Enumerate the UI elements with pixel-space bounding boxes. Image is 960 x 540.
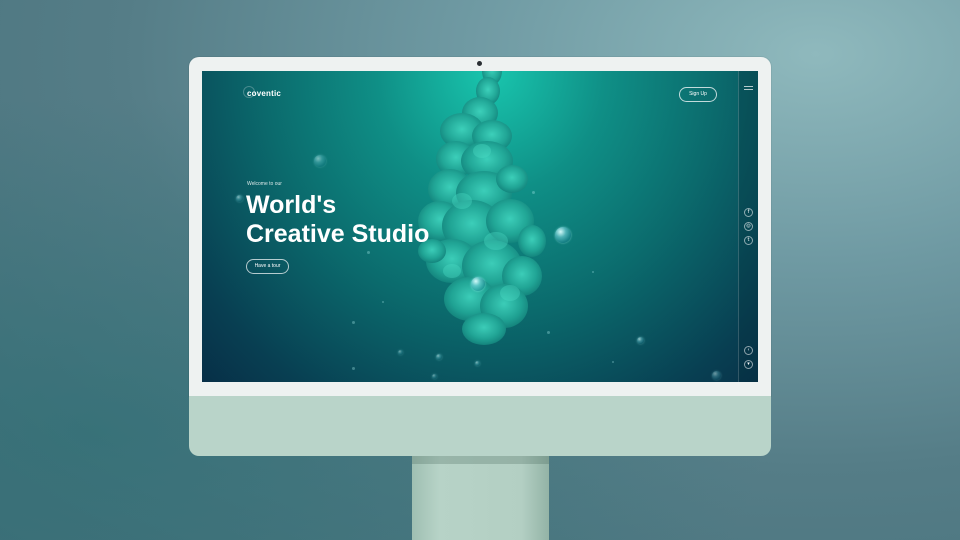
- sign-up-button[interactable]: Sign Up: [679, 87, 717, 102]
- bubble: [314, 155, 326, 167]
- hero-headline: World's Creative Studio: [246, 191, 546, 249]
- particle: [352, 321, 355, 324]
- menu-line: [744, 89, 753, 90]
- monitor-stand: [412, 456, 549, 540]
- particle: [547, 331, 550, 334]
- headline-line-1: World's: [246, 191, 337, 219]
- bubble: [236, 195, 243, 202]
- bubble: [475, 361, 480, 366]
- arrow-left-icon[interactable]: ‹: [744, 346, 753, 355]
- particle: [592, 271, 594, 273]
- particle: [612, 361, 614, 363]
- site-logo[interactable]: coventic: [247, 89, 281, 98]
- menu-line: [744, 86, 753, 87]
- bubble: [432, 374, 437, 379]
- particle: [382, 301, 384, 303]
- imac-monitor: coventic Sign Up Welcome to our World's …: [189, 57, 771, 456]
- menu-icon[interactable]: [739, 83, 758, 93]
- camera-icon: [477, 61, 482, 66]
- arrow-down-icon[interactable]: ▾: [744, 360, 753, 369]
- particle: [352, 367, 355, 370]
- website-screen: coventic Sign Up Welcome to our World's …: [202, 71, 758, 382]
- instagram-icon[interactable]: ◎: [744, 222, 753, 231]
- particle: [367, 251, 370, 254]
- hero-welcome-text: Welcome to our: [247, 181, 282, 187]
- stand-shadow: [412, 456, 549, 464]
- right-sidebar: f ◎ t ‹ ▾: [738, 71, 758, 382]
- headline-line-2: Creative Studio: [246, 220, 430, 248]
- twitter-icon[interactable]: t: [744, 236, 753, 245]
- bubble: [712, 371, 721, 380]
- bubble: [555, 227, 571, 243]
- bubble: [436, 354, 442, 360]
- bubble: [637, 337, 644, 344]
- facebook-icon[interactable]: f: [744, 208, 753, 217]
- have-a-tour-button[interactable]: Have a tour: [246, 259, 289, 274]
- bubble: [398, 350, 403, 355]
- monitor-chin: [189, 396, 771, 456]
- bubble: [471, 277, 485, 291]
